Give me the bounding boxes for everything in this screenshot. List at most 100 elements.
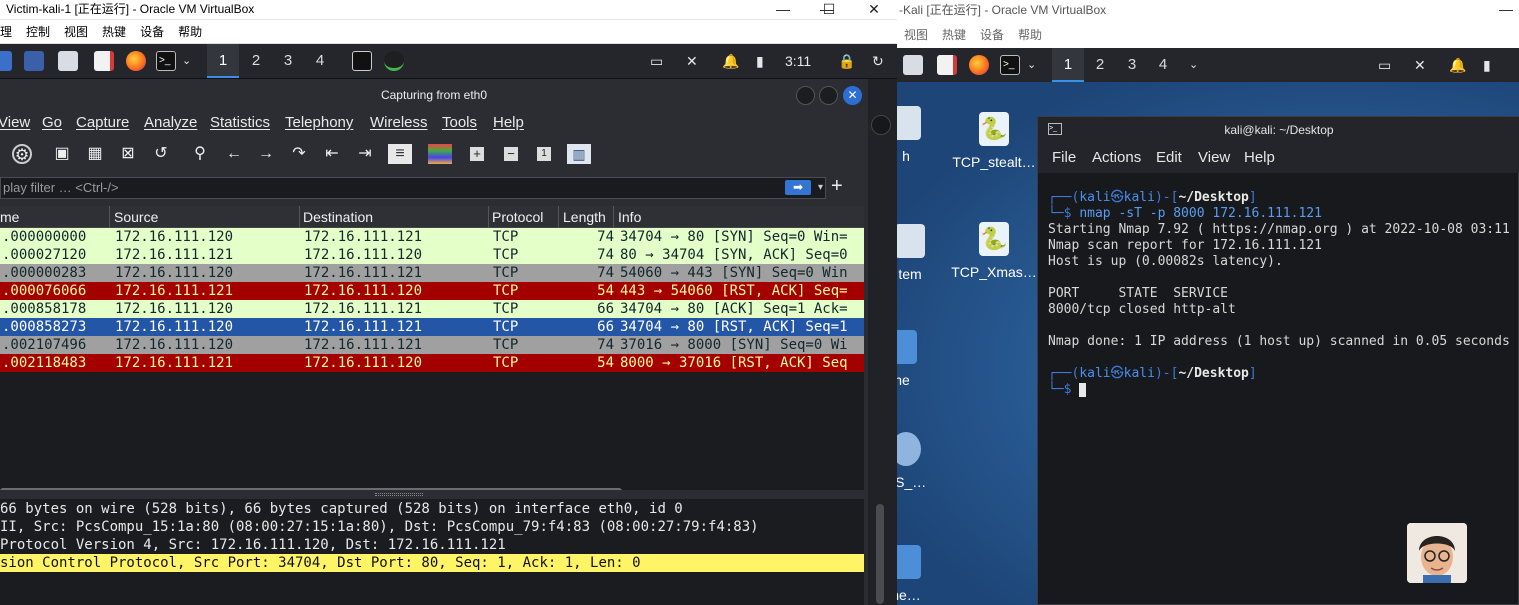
save-file-icon[interactable]: ▦ <box>85 144 105 164</box>
col-info[interactable]: Info <box>614 206 864 228</box>
open-file-icon[interactable]: ▣ <box>52 144 72 164</box>
right-chevron-down-icon-2[interactable]: ⌄ <box>1189 48 1198 82</box>
detail-ethernet[interactable]: II, Src: PcsCompu_15:1a:80 (08:00:27:15:… <box>0 518 864 536</box>
display-icon[interactable]: ▭ <box>650 44 663 78</box>
find-packet-icon[interactable]: ⚲ <box>190 144 210 164</box>
right-vm-menu-item[interactable]: 设备 <box>973 22 1011 48</box>
detail-frame[interactable]: 66 bytes on wire (528 bits), 66 bytes ca… <box>0 500 864 518</box>
text-editor-icon[interactable] <box>94 51 114 71</box>
clock[interactable]: 3:11 <box>785 44 811 78</box>
colorize-icon[interactable] <box>428 144 452 164</box>
right-firefox-icon[interactable] <box>969 55 989 75</box>
workspace-3[interactable]: 3 <box>272 44 304 78</box>
col-protocol[interactable]: Protocol <box>488 206 559 228</box>
menu-help[interactable]: Help <box>493 111 524 135</box>
right-chevron-down-icon[interactable]: ⌄ <box>1027 48 1036 82</box>
filter-dropdown-icon[interactable]: ▾ <box>818 178 823 198</box>
detail-ip[interactable]: Protocol Version 4, Src: 172.16.111.120,… <box>0 536 864 554</box>
packet-row[interactable]: .002107496 172.16.111.120 172.16.111.121 TC… <box>0 336 864 354</box>
right-workspace-4[interactable]: 4 <box>1147 48 1179 82</box>
packet-row[interactable]: .000858273 172.16.111.120 172.16.111.121 TC… <box>0 318 864 336</box>
workspace-4[interactable]: 4 <box>304 44 336 78</box>
menu-go[interactable]: Go <box>42 111 62 135</box>
desktop-icon-3[interactable]: tem <box>897 224 955 282</box>
right-text-editor-icon[interactable] <box>937 55 957 75</box>
resize-columns-icon[interactable]: ▥ <box>567 144 591 164</box>
go-to-packet-icon[interactable]: ↷ <box>289 144 309 164</box>
autoscroll-icon[interactable]: ≡ <box>388 144 412 164</box>
apply-filter-icon[interactable]: ➡ <box>785 180 811 195</box>
right-file-manager-icon[interactable] <box>903 55 923 75</box>
desktop-icon-1[interactable]: h <box>897 106 951 164</box>
file-manager-icon[interactable] <box>58 51 78 71</box>
col-source[interactable]: Source <box>110 206 300 228</box>
col-destination[interactable]: Destination <box>299 206 489 228</box>
app-menu-icon[interactable] <box>0 51 12 71</box>
term-menu-file[interactable]: File <box>1052 143 1076 173</box>
minimize-button-2[interactable]: — <box>760 0 806 20</box>
add-filter-button-icon[interactable]: + <box>831 175 843 197</box>
go-forward-icon[interactable]: → <box>256 144 276 164</box>
normal-size-icon[interactable]: 1 <box>537 147 551 161</box>
right-terminal-icon[interactable]: >_ <box>1000 55 1020 75</box>
maximize-button[interactable]: ☐ <box>806 0 852 20</box>
vm-menu-item[interactable]: 热键 <box>95 20 133 44</box>
right-battery-icon[interactable]: ▮ <box>1483 48 1491 82</box>
right-workspace-2[interactable]: 2 <box>1084 48 1116 82</box>
right-volume-muted-icon[interactable]: ✕ <box>1414 48 1426 82</box>
right-workspace-3[interactable]: 3 <box>1116 48 1148 82</box>
menu-tools[interactable]: Tools <box>442 111 477 135</box>
close-file-icon[interactable]: ⊠ <box>118 144 138 164</box>
menu-statistics[interactable]: Statistics <box>210 111 270 135</box>
workspace-1[interactable]: 1 <box>207 44 239 78</box>
right-notification-bell-icon[interactable]: 🔔 <box>1449 48 1466 82</box>
display-filter-input[interactable]: play filter … <Ctrl-/> ➡ ▾ <box>0 177 826 199</box>
desktop-icon-tcp-stealth[interactable]: 🐍 TCP_stealt… <box>949 112 1039 170</box>
last-packet-icon[interactable]: ⇥ <box>355 144 375 164</box>
detail-tcp-selected[interactable]: sion Control Protocol, Src Port: 34704, … <box>0 554 864 572</box>
col-length[interactable]: Length <box>559 206 614 228</box>
zoom-in-icon[interactable]: + <box>470 147 484 161</box>
menu-analyze[interactable]: Analyze <box>144 111 197 135</box>
col-time[interactable]: me <box>0 206 110 228</box>
wireshark-minimize-button[interactable] <box>796 86 815 105</box>
packet-row[interactable]: .000000283 172.16.111.120 172.16.111.121 TC… <box>0 264 864 282</box>
pane-splitter-handle[interactable] <box>375 493 423 496</box>
volume-muted-icon[interactable]: ✕ <box>686 44 698 78</box>
term-menu-actions[interactable]: Actions <box>1092 143 1141 173</box>
menu-capture[interactable]: Capture <box>76 111 129 135</box>
desktop-icon-tcp-xmas[interactable]: 🐍 TCP_Xmas… <box>949 222 1039 280</box>
taskbar-wireshark-icon[interactable] <box>384 51 404 71</box>
firefox-icon[interactable] <box>126 51 146 71</box>
reload-file-icon[interactable]: ↺ <box>151 144 171 164</box>
terminal-icon[interactable]: >_ <box>156 51 176 71</box>
desktop-icon-7[interactable]: ne… <box>897 545 951 603</box>
right-vm-menu-item[interactable]: 视图 <box>897 22 935 48</box>
refresh-icon[interactable]: ↻ <box>872 44 884 78</box>
desktop-icon-6[interactable]: AS_… <box>897 432 951 490</box>
capture-options-icon[interactable]: ⚙ <box>12 144 32 164</box>
show-desktop-icon[interactable] <box>24 51 44 71</box>
right-display-icon[interactable]: ▭ <box>1378 48 1391 82</box>
vm-menu-item[interactable]: 控制 <box>19 20 57 44</box>
battery-icon[interactable]: ▮ <box>756 44 764 78</box>
first-packet-icon[interactable]: ⇤ <box>322 144 342 164</box>
wireshark-close-button[interactable]: ✕ <box>843 86 862 105</box>
vm-menu-item[interactable]: 帮助 <box>171 20 209 44</box>
packet-row[interactable]: .000027120 172.16.111.121 172.16.111.120 TC… <box>0 246 864 264</box>
menu-view[interactable]: View <box>0 111 30 135</box>
close-button[interactable]: ✕ <box>851 0 897 20</box>
go-back-icon[interactable]: ← <box>224 144 244 164</box>
packet-row[interactable]: .000000000 172.16.111.120 172.16.111.121 TC… <box>0 228 864 246</box>
vm-menu-item[interactable]: 理 <box>0 20 19 44</box>
lock-icon[interactable]: 🔒 <box>838 44 855 78</box>
taskbar-terminal-icon[interactable] <box>352 51 372 71</box>
workspace-2[interactable]: 2 <box>240 44 272 78</box>
packet-row[interactable]: .000076066 172.16.111.121 172.16.111.120 TC… <box>0 282 864 300</box>
zoom-out-icon[interactable]: − <box>504 147 518 161</box>
menu-telephony[interactable]: Telephony <box>285 111 353 135</box>
notification-bell-icon[interactable]: 🔔 <box>722 44 739 78</box>
packet-row[interactable]: .000858178 172.16.111.120 172.16.111.121 TC… <box>0 300 864 318</box>
right-vm-menu-item[interactable]: 帮助 <box>1011 22 1049 48</box>
vm-menu-item[interactable]: 设备 <box>133 20 171 44</box>
